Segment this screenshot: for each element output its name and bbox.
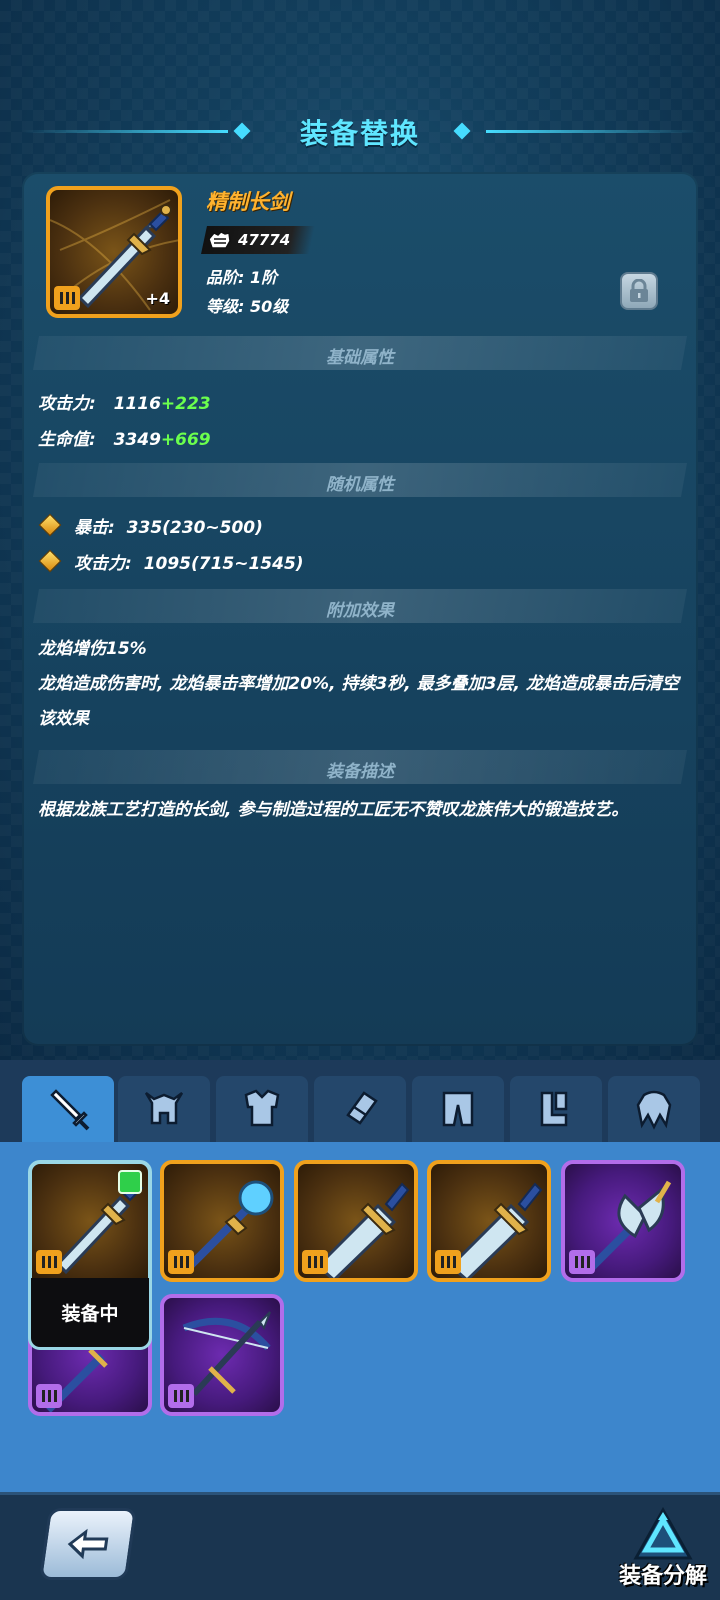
item-icon-frame[interactable]: +4 (46, 186, 182, 318)
tab-boots[interactable] (510, 1076, 602, 1142)
random-stat-attack: 攻击力: 1095(715~1545) (74, 549, 304, 574)
equipped-label: 装备中 (28, 1278, 152, 1350)
tab-bracer[interactable] (314, 1076, 406, 1142)
power-value: 47774 (238, 231, 291, 249)
inventory-slot[interactable] (294, 1160, 418, 1282)
cloak-icon (636, 1090, 672, 1130)
tier-badge (168, 1250, 194, 1274)
boots-icon (540, 1091, 568, 1127)
stat-label: 攻击力: (38, 394, 96, 414)
section-title-effect: 附加效果 (326, 601, 394, 621)
stat-value: 1095(715~1545) (143, 554, 304, 574)
stat-bonus: +223 (160, 394, 211, 414)
fist-icon (208, 231, 231, 249)
tab-cloak[interactable] (608, 1076, 700, 1142)
salvage-button-label[interactable]: 装备分解 (606, 1558, 720, 1590)
stat-hp: 生命值: 3349+669 (38, 425, 211, 450)
stat-attack: 攻击力: 1116+223 (38, 389, 211, 414)
sword-icon (50, 1089, 90, 1131)
inventory-slot[interactable] (561, 1160, 685, 1282)
item-name: 精制长剑 (206, 190, 290, 214)
tier-badge (36, 1384, 62, 1408)
stat-bonus: +669 (160, 430, 211, 450)
item-description: 根据龙族工艺打造的长剑, 参与制造过程的工匠无不赞叹龙族伟大的锻造技艺。 (38, 800, 629, 820)
item-level: 等级: 50级 (206, 297, 289, 316)
section-title-random: 随机属性 (326, 475, 394, 495)
tier-badge (36, 1250, 62, 1274)
recycle-icon[interactable] (628, 1506, 698, 1566)
lock-icon (630, 279, 648, 302)
stat-label: 攻击力: (74, 554, 132, 574)
section-title-desc: 装备描述 (326, 762, 394, 782)
section-title-base: 基础属性 (326, 348, 394, 368)
stat-value: 3349 (113, 430, 161, 450)
stat-label: 暴击: (74, 518, 115, 538)
enhance-level: +4 (145, 289, 170, 308)
item-grade: 品阶: 1阶 (206, 268, 278, 287)
tier-badge (168, 1384, 194, 1408)
stat-label: 生命值: (38, 430, 96, 450)
inventory-slot[interactable] (160, 1160, 284, 1282)
tier-badge (569, 1250, 595, 1274)
title-row: 装备替换 (0, 108, 720, 156)
tab-pants[interactable] (412, 1076, 504, 1142)
lock-button[interactable] (620, 272, 658, 310)
bracer-icon (346, 1091, 378, 1125)
armor-icon (244, 1089, 280, 1127)
effect-name: 龙焰增伤15% (38, 639, 147, 659)
random-stat-crit: 暴击: 335(230~500) (74, 513, 263, 538)
effect-text: 龙焰造成伤害时, 龙焰暴击率增加20%, 持续3秒, 最多叠加3层, 龙焰造成暴… (38, 674, 679, 729)
pants-icon (442, 1091, 474, 1127)
back-button[interactable] (38, 1508, 138, 1580)
inventory-slot-equipped[interactable] (28, 1160, 152, 1282)
tab-weapon[interactable] (22, 1076, 114, 1142)
inventory-slot[interactable] (427, 1160, 551, 1282)
tab-armor[interactable] (216, 1076, 308, 1142)
inventory-slot[interactable] (160, 1294, 284, 1416)
helmet-icon (144, 1092, 184, 1125)
stat-value: 1116 (113, 394, 161, 414)
equipped-marker-icon (118, 1170, 142, 1194)
tier-badge (435, 1250, 461, 1274)
arrow-left-icon (67, 1528, 109, 1560)
tier-badge (302, 1250, 328, 1274)
tab-helmet[interactable] (118, 1076, 210, 1142)
stat-value: 335(230~500) (126, 518, 263, 538)
tier-badge (54, 286, 80, 310)
title-divider-right (486, 130, 698, 133)
